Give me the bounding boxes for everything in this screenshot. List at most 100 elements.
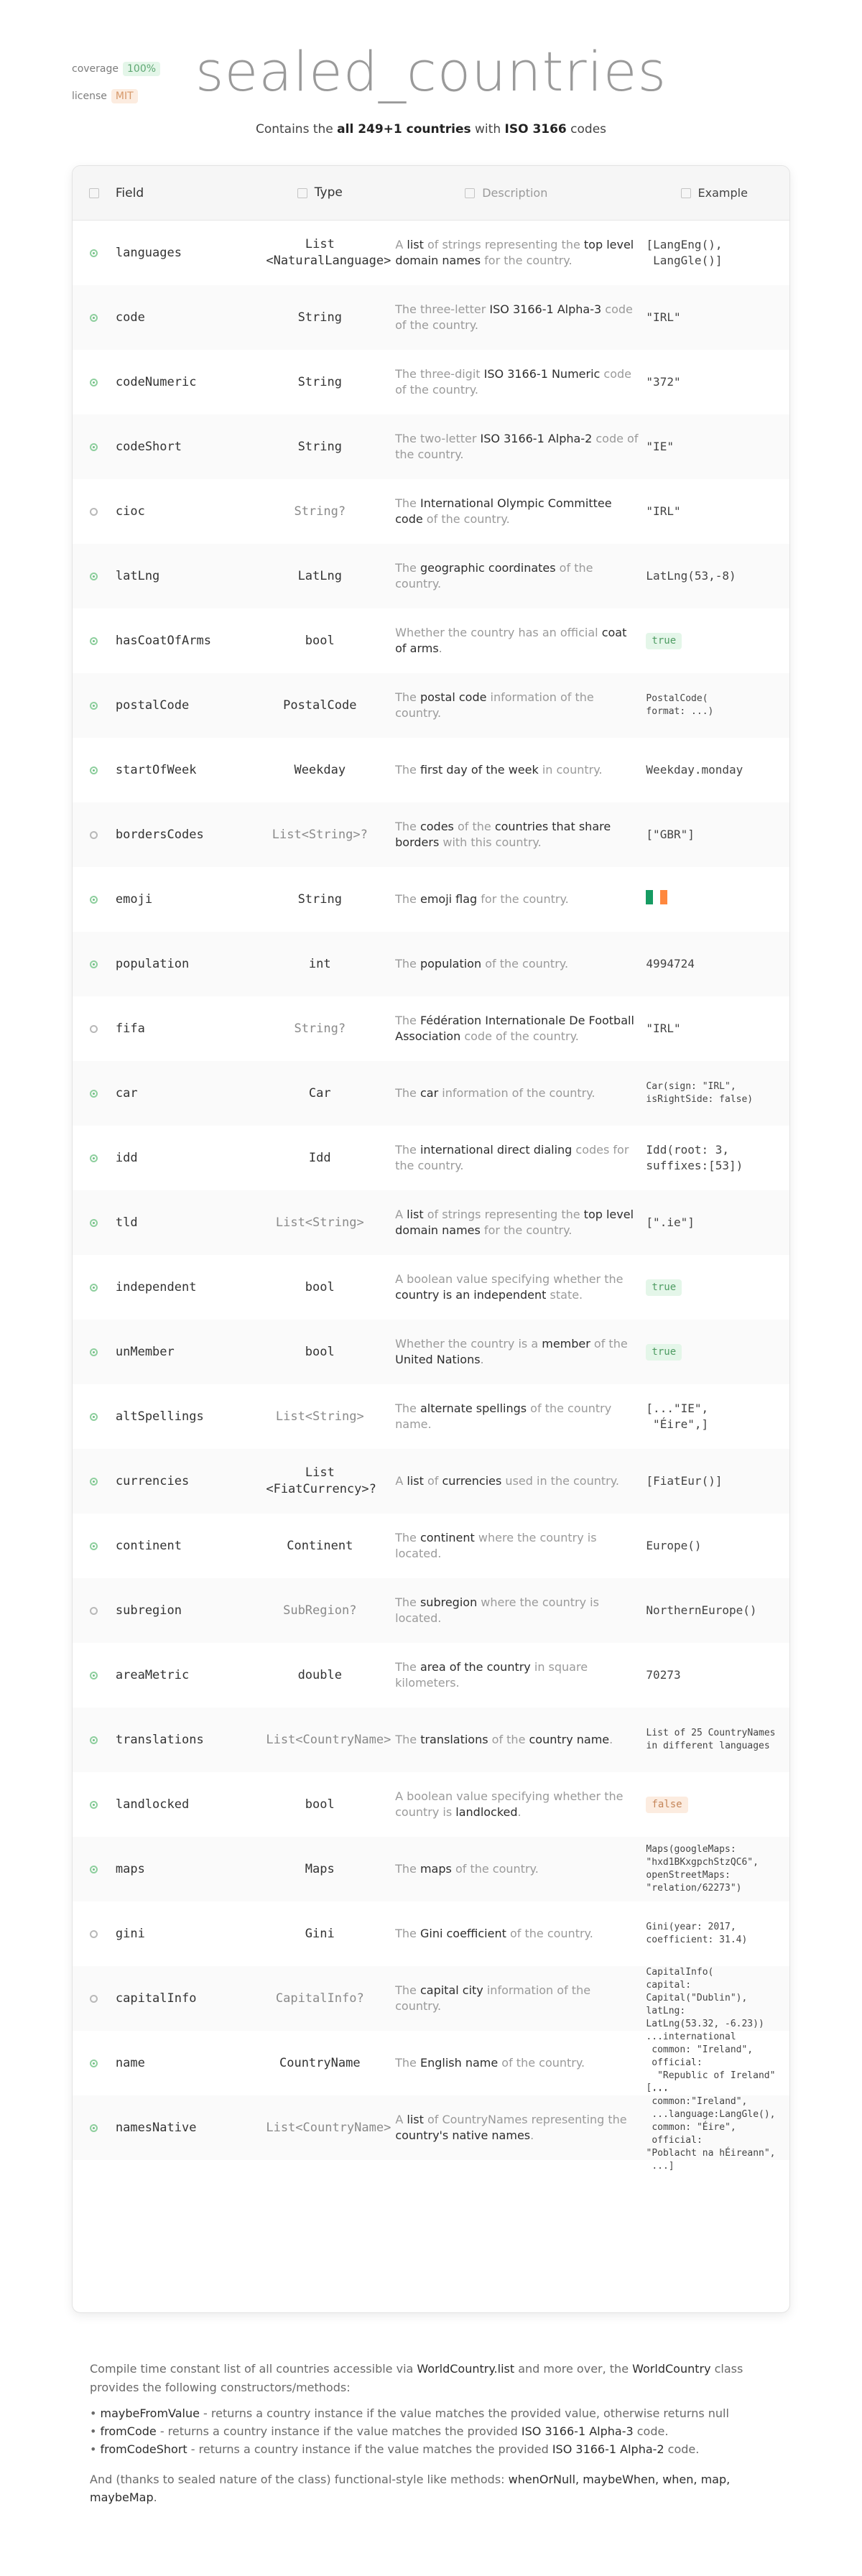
- field-name: name: [115, 2056, 145, 2070]
- description-keyword: country's native names: [395, 2128, 531, 2142]
- field-type-line: String?: [294, 504, 346, 519]
- footer-method-keyword: maybeFromValue: [100, 2406, 200, 2421]
- description-keyword: first day of the week: [420, 763, 539, 777]
- description-text: The two-letter: [395, 432, 481, 446]
- required-indicator-icon: [90, 1348, 98, 1356]
- example-line: CapitalInfo(: [646, 1966, 714, 1978]
- table-row: emoji String The emoji flag for the countr…: [73, 867, 789, 932]
- boolean-badge: false: [646, 1797, 688, 1813]
- field-name: fifa: [115, 1021, 145, 1036]
- description-text: The three-letter: [395, 302, 490, 317]
- field-description: The continent where the country is locat…: [374, 1530, 639, 1561]
- table-row: idd Idd The international direct dialing c…: [73, 1126, 789, 1190]
- table-row: gini Gini The Gini coefficient of the coun…: [73, 1901, 789, 1966]
- field-description: The postal code information of the count…: [374, 690, 639, 721]
- field-description: The emoji flag for the country.: [374, 891, 639, 907]
- example-line: ...language:LangGle(),: [646, 2108, 776, 2120]
- field-type-line: int: [308, 956, 331, 971]
- field-description: A list of currencies used in the country…: [374, 1473, 639, 1489]
- required-cell: [73, 1671, 116, 1680]
- footer-method-item: • fromCodeShort - returns a country inst…: [90, 2441, 772, 2459]
- footer-intro-text: and more over, the: [514, 2362, 633, 2376]
- field-name: idd: [115, 1151, 138, 1165]
- description-text: The: [395, 1733, 421, 1747]
- footer-method-text: - returns a country instance if the valu…: [187, 2442, 552, 2456]
- field-name: altSpellings: [115, 1409, 204, 1424]
- field-type: List <FiatCurrency>?: [266, 1465, 376, 1498]
- footer-notes: Compile time constant list of all countr…: [90, 2360, 772, 2507]
- field-type: PostalCode: [266, 698, 374, 714]
- example-line: common: "Ireland",: [646, 2044, 754, 2055]
- description-text: in country.: [538, 763, 603, 777]
- field-type: SubRegion?: [266, 1603, 374, 1619]
- field-type: String: [266, 891, 374, 908]
- field-description: The car information of the country.: [374, 1085, 639, 1101]
- description-keyword: postal code: [420, 690, 487, 705]
- example-line: latLng:: [646, 2006, 686, 2017]
- description-keyword: international direct dialing: [420, 1143, 573, 1157]
- description-text: The: [395, 1862, 420, 1876]
- required-cell: [73, 1929, 116, 1938]
- field-type-line: Weekday: [294, 762, 346, 777]
- description-keyword: list: [407, 238, 424, 252]
- description-text: A boolean value specifying whether the: [395, 1272, 624, 1287]
- required-cell: [73, 960, 116, 968]
- field-type-line: bool: [305, 1279, 335, 1294]
- field-example: [... common:"Ireland", ...language:LangG…: [639, 2082, 790, 2173]
- table-body: languages List <NaturalLanguage> A list of …: [73, 221, 789, 2172]
- field-description: The first day of the week in country.: [374, 762, 639, 778]
- header-list-cell: [73, 187, 116, 198]
- field-type-line: bool: [305, 1344, 335, 1359]
- header-description-label: Description: [482, 185, 548, 200]
- field-type: List<String>: [266, 1215, 374, 1231]
- example-line: "relation/62273"): [646, 1883, 742, 1894]
- subtitle-mid: with: [471, 122, 505, 136]
- field-type-line: List<CountryName>: [266, 1732, 391, 1747]
- footer-method-item: • maybeFromValue - returns a country ins…: [90, 2405, 772, 2423]
- field-type: String?: [266, 1021, 374, 1037]
- description-text: of: [423, 1474, 442, 1488]
- type-icon: [297, 187, 307, 198]
- description-text: of the country.: [451, 1862, 539, 1876]
- field-type: Car: [266, 1085, 374, 1102]
- field-type-line: SubRegion?: [283, 1603, 357, 1618]
- field-type: List <NaturalLanguage>: [266, 236, 391, 269]
- footer-method-text: - returns a country instance if the valu…: [199, 2406, 708, 2421]
- description-text: .: [517, 1805, 522, 1819]
- required-cell: [73, 507, 116, 516]
- optional-indicator-icon: [90, 830, 98, 839]
- description-keyword: ISO 3166-1 Numeric: [483, 367, 601, 381]
- description-text: A: [395, 238, 407, 252]
- field-type-line: List<String>: [275, 1409, 364, 1424]
- example-line: Weekday.monday: [646, 763, 743, 777]
- description-icon: [465, 187, 476, 198]
- header-example-label: Example: [698, 185, 748, 200]
- field-name: unMember: [115, 1345, 175, 1359]
- description-keyword: list: [407, 1208, 424, 1222]
- field-type: List<String>: [266, 1409, 374, 1425]
- footer-outro-text: .: [153, 2491, 157, 2505]
- field-name: cioc: [115, 504, 145, 519]
- required-indicator-icon: [90, 1736, 98, 1744]
- footer-outro-text: And (thanks to sealed nature of the clas…: [90, 2472, 509, 2486]
- field-example: Idd(root: 3, suffixes:[53]): [639, 1142, 789, 1173]
- description-keyword: English name: [420, 2056, 499, 2070]
- example-line: "Republic of Ireland": [646, 2070, 776, 2082]
- required-cell: [73, 1348, 116, 1356]
- required-cell: [73, 1024, 116, 1033]
- description-text: The: [395, 1401, 420, 1416]
- field-type: List<CountryName>: [266, 2120, 391, 2136]
- example-line: NorthernEurope(): [646, 1603, 757, 1618]
- field-example: PostalCode(format: ...): [639, 692, 789, 718]
- field-type-line: List<String>?: [272, 827, 368, 842]
- example-line: Gini(year: 2017,: [646, 1921, 736, 1932]
- field-type-line: Maps: [305, 1861, 335, 1876]
- example-line: "Poblacht na hÉireann",: [646, 2148, 776, 2159]
- field-name: startOfWeek: [115, 763, 197, 777]
- field-example: 4994724: [639, 956, 789, 972]
- field-description: Whether the country is a member of the U…: [374, 1336, 639, 1367]
- field-name: namesNative: [115, 2121, 197, 2135]
- flag-stripe: [653, 890, 661, 905]
- table-row: startOfWeek Weekday The first day of the w…: [73, 738, 789, 802]
- example-line: LangGle()]: [646, 254, 723, 267]
